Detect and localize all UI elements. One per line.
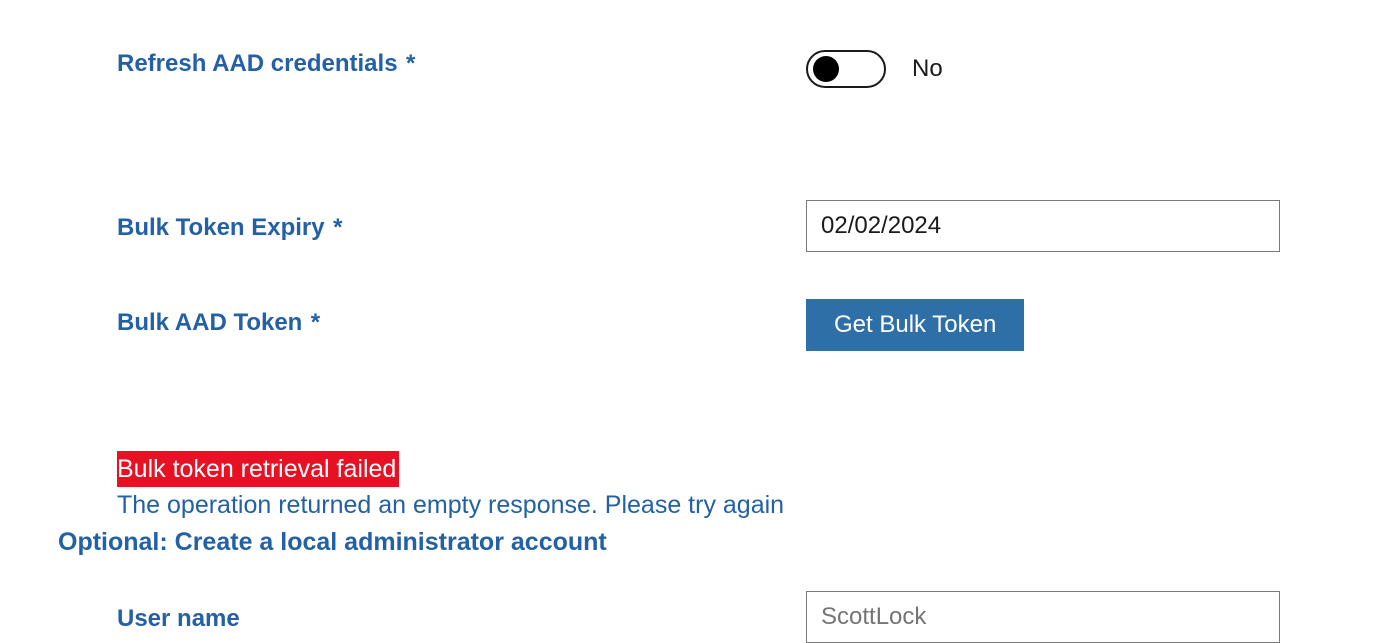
required-asterisk: * — [333, 214, 342, 241]
required-asterisk: * — [311, 309, 320, 336]
bulk-token-expiry-input[interactable] — [806, 200, 1280, 252]
optional-section-heading: Optional: Create a local administrator a… — [58, 528, 607, 557]
error-message-block: Bulk token retrieval failed The operatio… — [117, 451, 1382, 558]
required-asterisk: * — [406, 50, 415, 77]
bulk-aad-token-row: Bulk AAD Token * Get Bulk Token — [0, 299, 1382, 351]
toggle-knob — [813, 56, 839, 82]
user-name-label: User name — [117, 605, 240, 633]
refresh-aad-credentials-toggle[interactable] — [806, 50, 886, 88]
refresh-aad-credentials-row: Refresh AAD credentials * No — [0, 50, 1382, 88]
error-title: Bulk token retrieval failed — [117, 451, 399, 487]
refresh-aad-credentials-label: Refresh AAD credentials — [117, 50, 398, 77]
bulk-token-expiry-row: Bulk Token Expiry * — [0, 200, 1382, 252]
refresh-aad-credentials-toggle-value: No — [912, 55, 943, 83]
user-name-input[interactable] — [806, 591, 1280, 643]
bulk-token-expiry-label: Bulk Token Expiry — [117, 214, 325, 241]
user-name-row: User name — [0, 591, 1382, 643]
error-detail: The operation returned an empty response… — [117, 491, 1382, 520]
get-bulk-token-button[interactable]: Get Bulk Token — [806, 299, 1024, 351]
bulk-aad-token-label: Bulk AAD Token — [117, 309, 302, 336]
